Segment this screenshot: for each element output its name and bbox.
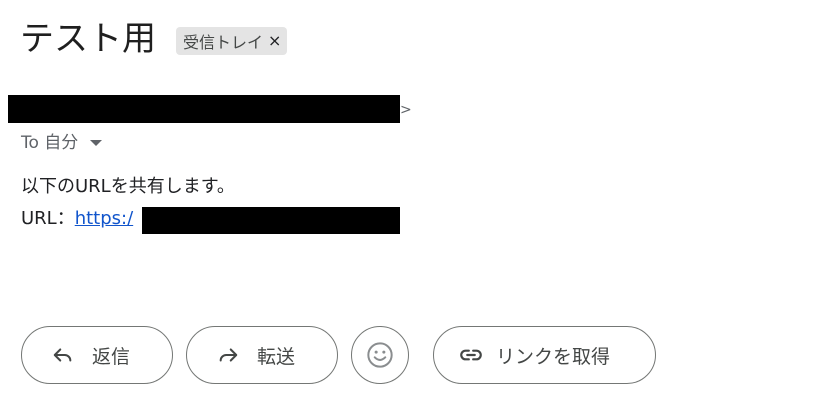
forward-icon (219, 348, 238, 362)
emoji-reaction-button[interactable] (351, 326, 409, 384)
label-chip-text: 受信トレイ (183, 33, 264, 52)
get-link-button[interactable]: リンクを取得 (433, 326, 656, 384)
sender-address-tail: > (400, 102, 412, 118)
get-link-label: リンクを取得 (496, 345, 611, 368)
link-icon (460, 349, 482, 361)
close-icon[interactable]: × (268, 33, 281, 49)
reply-label: 返信 (92, 345, 131, 368)
message-body-line: 以下のURLを共有します。 (21, 176, 235, 197)
url-link[interactable]: https:/ (75, 208, 133, 229)
email-subject: テスト用 (20, 19, 156, 59)
redacted-url (142, 207, 400, 234)
reply-button[interactable]: 返信 (21, 326, 173, 384)
inbox-label-chip[interactable]: 受信トレイ × (176, 27, 288, 55)
url-prefix: URL： (21, 208, 75, 229)
reply-icon (53, 348, 72, 362)
forward-label: 転送 (257, 345, 296, 368)
recipient-details-toggle[interactable]: To 自分 (21, 131, 103, 155)
message-url-line: URL：https:/ (21, 206, 133, 232)
recipient-text: To 自分 (21, 133, 79, 153)
forward-button[interactable]: 転送 (186, 326, 338, 384)
redacted-sender (8, 95, 400, 123)
emoji-icon (367, 342, 393, 368)
chevron-down-icon (90, 140, 103, 146)
